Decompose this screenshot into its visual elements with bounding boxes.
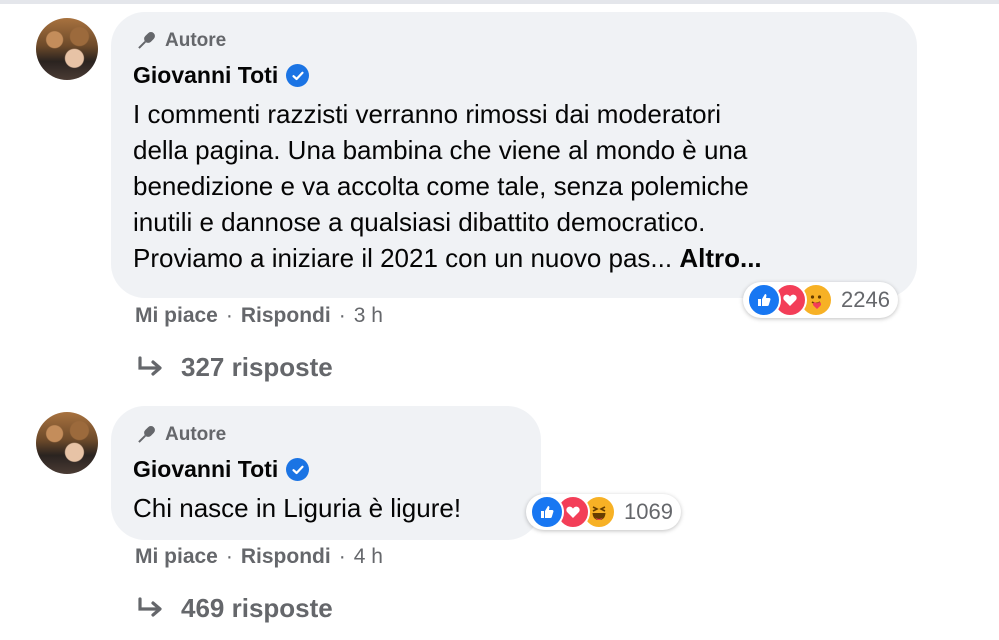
timestamp[interactable]: 4 h <box>354 545 383 569</box>
comment-text-line: della pagina. Una bambina che viene al m… <box>133 135 748 165</box>
comment-text: Chi nasce in Liguria è ligure! <box>133 490 461 526</box>
comment-text-line: benedizione e va accolta come tale, senz… <box>133 171 749 201</box>
comment-text: I commenti razzisti verranno rimossi dai… <box>133 96 762 276</box>
author-badge-label: Autore <box>165 30 227 51</box>
author-name-text[interactable]: Giovanni Toti <box>133 456 278 483</box>
comment: Autore Giovanni Toti Chi nasce in Liguri… <box>0 400 999 640</box>
reaction-count[interactable]: 1069 <box>624 499 673 525</box>
like-icon <box>747 283 781 317</box>
comment-text-line: Proviamo a iniziare il 2021 con un nuovo… <box>133 240 762 276</box>
see-more-link[interactable]: Altro... <box>679 243 761 273</box>
separator: · <box>225 545 233 568</box>
replies-count-label[interactable]: 327 risposte <box>181 352 333 383</box>
comment-actions: Mi piace · Rispondi · 4 h <box>135 545 383 569</box>
comment-text-line: Chi nasce in Liguria è ligure! <box>133 493 462 523</box>
separator: · <box>338 545 346 568</box>
view-replies-button[interactable]: 469 risposte <box>135 593 333 624</box>
reply-button[interactable]: Rispondi <box>241 545 331 569</box>
verified-badge-icon <box>286 64 310 87</box>
microphone-icon <box>138 426 155 443</box>
reply-arrow-icon <box>138 596 162 617</box>
comment-text-line-end: Proviamo a iniziare il 2021 con un nuovo… <box>133 243 680 273</box>
like-button[interactable]: Mi piace <box>135 545 218 569</box>
author-badge-label: Autore <box>165 424 227 445</box>
timestamp[interactable]: 3 h <box>354 304 383 328</box>
microphone-icon <box>138 32 155 49</box>
comment: Autore Giovanni Toti I commenti razzisti… <box>0 0 999 400</box>
comment-actions: Mi piace · Rispondi · 3 h <box>135 304 383 328</box>
like-icon <box>530 495 564 529</box>
author-name[interactable]: Giovanni Toti <box>133 456 310 483</box>
separator: · <box>225 304 233 327</box>
avatar[interactable] <box>36 412 98 474</box>
replies-count-label[interactable]: 469 risposte <box>181 593 333 624</box>
verified-badge-icon <box>286 458 310 481</box>
reactions-summary[interactable]: 1069 <box>526 494 681 530</box>
reply-arrow-icon <box>138 355 162 376</box>
separator: · <box>338 304 346 327</box>
like-button[interactable]: Mi piace <box>135 304 218 328</box>
reply-button[interactable]: Rispondi <box>241 304 331 328</box>
author-name[interactable]: Giovanni Toti <box>133 62 310 89</box>
author-badge: Autore <box>133 422 226 448</box>
comment-bubble: Autore Giovanni Toti Chi nasce in Liguri… <box>111 406 541 540</box>
comment-text-line: inutili e dannose a qualsiasi dibattito … <box>133 207 706 237</box>
comment-text-line: I commenti razzisti verranno rimossi dai… <box>133 99 722 129</box>
author-name-text[interactable]: Giovanni Toti <box>133 62 278 89</box>
avatar[interactable] <box>36 18 98 80</box>
view-replies-button[interactable]: 327 risposte <box>135 352 333 383</box>
author-badge: Autore <box>133 28 226 54</box>
comment-bubble: Autore Giovanni Toti I commenti razzisti… <box>111 12 917 298</box>
reaction-count[interactable]: 2246 <box>841 287 890 313</box>
reactions-summary[interactable]: 2246 <box>743 282 898 318</box>
